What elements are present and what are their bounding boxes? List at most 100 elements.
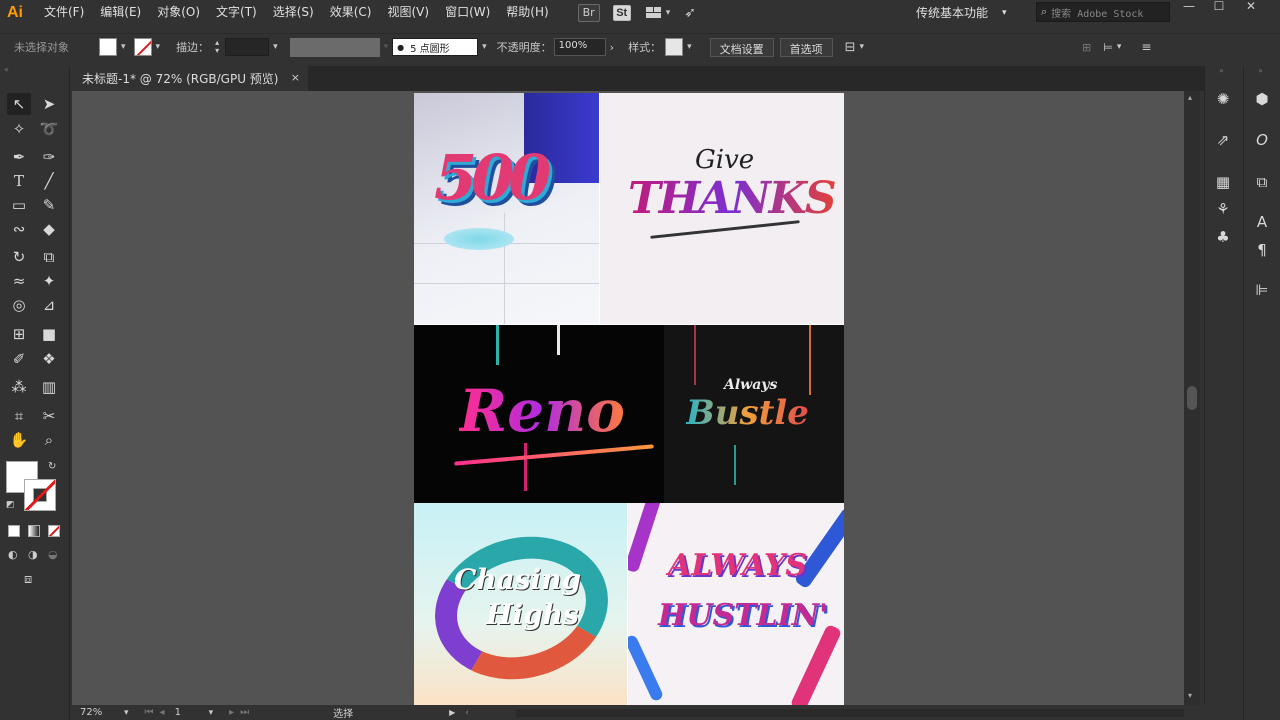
perspective-grid-tool-icon[interactable]: ⊿ — [37, 294, 61, 316]
style-swatch[interactable] — [665, 38, 684, 56]
swap-fill-stroke-icon[interactable]: ↻ — [48, 461, 56, 472]
panel-collapse-icon[interactable]: » — [1219, 66, 1224, 75]
symbols-icon[interactable]: ♣ — [1211, 225, 1235, 249]
opentype-icon[interactable]: O — [1250, 128, 1274, 152]
menu-select[interactable]: 选择(S) — [265, 0, 322, 25]
menu-help[interactable]: 帮助(H) — [498, 0, 556, 25]
brush-definition[interactable]: ● 5 点圆形 — [392, 38, 479, 56]
vertical-scrollbar[interactable]: ▴ ▾ — [1184, 91, 1200, 705]
prev-artboard-icon[interactable]: ◂ — [160, 707, 165, 718]
artwork-tile-reno[interactable]: Reno — [414, 325, 664, 503]
column-graph-tool-icon[interactable]: ▥ — [37, 376, 61, 398]
align-panel-icon[interactable]: ⊫ — [1250, 278, 1274, 302]
draw-inside-icon[interactable]: ◒ — [48, 548, 58, 561]
close-button[interactable]: ✕ — [1236, 0, 1266, 13]
stock-search-input[interactable]: ⌕ 搜索 Adobe Stock — [1036, 2, 1170, 22]
transform-icon[interactable]: ⊨ — [1103, 41, 1113, 54]
restore-button[interactable]: ☐ — [1204, 0, 1234, 13]
artwork-tile-give-thanks[interactable]: Give THANKS — [600, 93, 844, 324]
hand-tool-icon[interactable]: ✋ — [7, 429, 31, 451]
artboard[interactable]: 500 Give THANKS Reno Always Bustle Chasi… — [414, 93, 844, 705]
menu-type[interactable]: 文字(T) — [208, 0, 265, 25]
chevron-right-icon[interactable]: › — [610, 41, 614, 54]
menu-edit[interactable]: 编辑(E) — [92, 0, 149, 25]
screen-mode-icon[interactable]: ⧈ — [24, 572, 32, 587]
workspace-switcher[interactable]: 传统基本功能 ▾ — [916, 0, 1007, 25]
scroll-left-icon[interactable]: ‹ — [465, 708, 469, 718]
export-icon[interactable]: ⇗ — [1211, 128, 1235, 152]
direct-selection-tool-icon[interactable]: ➤ — [37, 93, 61, 115]
artboard-tool-icon[interactable]: ⌗ — [7, 405, 31, 427]
menu-window[interactable]: 窗口(W) — [437, 0, 498, 25]
none-mode-icon[interactable] — [48, 525, 60, 537]
scroll-down-icon[interactable]: ▾ — [1188, 691, 1192, 700]
variable-width-profile[interactable] — [289, 37, 380, 57]
chevron-down-icon[interactable]: ▾ — [860, 42, 865, 52]
close-tab-icon[interactable]: × — [291, 71, 300, 84]
menu-object[interactable]: 对象(O) — [149, 0, 208, 25]
bridge-button[interactable]: Br — [577, 3, 600, 22]
chevron-down-icon[interactable]: ▾ — [666, 8, 671, 18]
paintbrush-tool-icon[interactable]: ✎ — [37, 194, 61, 216]
default-fill-stroke-icon[interactable]: ◩ — [6, 500, 15, 510]
width-tool-icon[interactable]: ≈ — [7, 270, 31, 292]
preferences-button[interactable]: 首选项 — [779, 37, 833, 57]
arrange-documents-icon[interactable] — [645, 6, 662, 19]
swatches-icon[interactable]: ▦ — [1211, 170, 1235, 194]
panel-collapse-icon[interactable]: » — [1258, 66, 1263, 75]
artwork-tile-500[interactable]: 500 — [414, 93, 599, 324]
menu-view[interactable]: 视图(V) — [379, 0, 437, 25]
fill-swatch[interactable] — [99, 38, 117, 56]
blend-tool-icon[interactable]: ❖ — [37, 348, 61, 370]
stroke-color-box[interactable] — [24, 479, 56, 511]
eraser-tool-icon[interactable]: ◆ — [37, 218, 61, 240]
magic-wand-tool-icon[interactable]: ✧ — [7, 118, 31, 140]
panel-menu-icon[interactable]: ≡ — [1141, 40, 1151, 54]
status-menu-icon[interactable]: ▶ — [449, 708, 455, 717]
tab-document[interactable]: 未标题-1* @ 72% (RGB/GPU 预览) × — [72, 66, 308, 91]
chevron-down-icon[interactable]: ▾ — [209, 708, 214, 718]
last-artboard-icon[interactable]: ⏭ — [240, 707, 249, 718]
symbol-sprayer-tool-icon[interactable]: ⁂ — [7, 376, 31, 398]
brushes-icon[interactable]: ⚘ — [1211, 197, 1235, 221]
opacity-label[interactable]: 不透明度： — [497, 39, 552, 55]
gradient-mode-icon[interactable] — [28, 525, 40, 537]
artwork-tile-always-hustlin[interactable]: ALWAYS HUSTLIN' — [628, 503, 844, 705]
line-tool-icon[interactable]: ╱ — [37, 170, 61, 192]
chevron-down-icon[interactable]: ▾ — [273, 42, 278, 52]
mesh-tool-icon[interactable]: ⊞ — [7, 323, 31, 345]
stepper-icon[interactable]: ▴ ▾ — [215, 39, 219, 55]
next-artboard-icon[interactable]: ▸ — [229, 707, 234, 718]
color-guide-icon[interactable]: ✺ — [1211, 87, 1235, 111]
chevron-down-icon[interactable]: ▾ — [482, 42, 487, 52]
scale-tool-icon[interactable]: ⧉ — [37, 246, 61, 268]
character-icon[interactable]: A — [1250, 210, 1274, 234]
document-setup-button[interactable]: 文档设置 — [709, 37, 774, 57]
chevron-down-icon[interactable]: ▾ — [687, 42, 692, 52]
gpu-rocket-icon[interactable]: ➶ — [684, 5, 696, 21]
vertical-scroll-thumb[interactable] — [1187, 386, 1197, 410]
gradient-tool-icon[interactable]: ■ — [37, 323, 61, 345]
chevron-down-icon[interactable]: ▾ — [156, 42, 161, 52]
draw-behind-icon[interactable]: ◑ — [28, 548, 38, 561]
color-mode-icon[interactable] — [8, 525, 20, 537]
align-icon[interactable]: ⊞ — [1082, 41, 1091, 54]
stock-button[interactable]: St — [612, 4, 631, 21]
chevron-down-icon[interactable]: ▾ — [124, 708, 129, 718]
slice-tool-icon[interactable]: ✂ — [37, 405, 61, 427]
horizontal-scrollbar[interactable] — [516, 709, 1184, 717]
rotate-tool-icon[interactable]: ↻ — [7, 246, 31, 268]
menu-file[interactable]: 文件(F) — [36, 0, 92, 25]
curvature-tool-icon[interactable]: ✑ — [37, 146, 61, 168]
chevron-down-icon[interactable]: ▾ — [121, 42, 126, 52]
selection-tool-icon[interactable]: ↖ — [7, 93, 31, 115]
artwork-tile-always-hustle-dark[interactable]: Always Bustle — [664, 325, 844, 503]
artboard-number[interactable]: 1 — [175, 707, 205, 718]
lasso-tool-icon[interactable]: ➰ — [37, 118, 61, 140]
eyedropper-tool-icon[interactable]: ✐ — [7, 348, 31, 370]
artwork-tile-chasing-highs[interactable]: Chasing Highs — [414, 503, 627, 705]
draw-normal-icon[interactable]: ◐ — [8, 548, 18, 561]
stroke-label[interactable]: 描边： — [176, 39, 209, 55]
type-tool-icon[interactable]: T — [7, 170, 31, 192]
pen-tool-icon[interactable]: ✒ — [7, 146, 31, 168]
